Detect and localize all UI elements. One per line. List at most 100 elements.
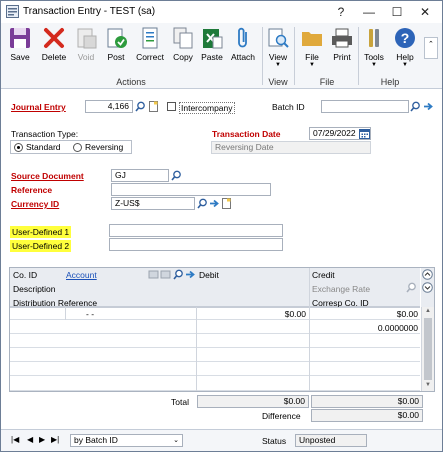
reference-label: Reference <box>11 185 53 195</box>
folder-icon <box>302 32 322 46</box>
file-button[interactable]: File ▼ <box>298 23 326 73</box>
source-document-field[interactable]: GJ <box>111 169 169 182</box>
header-divider <box>309 268 310 307</box>
batch-id-field[interactable] <box>321 100 409 113</box>
new-document-icon[interactable] <box>148 101 159 112</box>
help-button[interactable]: ? Help ▼ <box>390 23 420 73</box>
chevron-up-icon: ⌃ <box>428 41 434 48</box>
tools-button[interactable]: Tools ▼ <box>360 23 388 73</box>
new-document-icon[interactable] <box>221 198 232 209</box>
grid-scrollbar[interactable]: ▲ ▼ <box>421 307 434 391</box>
sort-order-select[interactable]: by Batch ID ⌄ <box>70 434 183 447</box>
lookup-icon[interactable] <box>197 198 208 209</box>
ribbon-separator <box>294 27 295 85</box>
help-title-button[interactable]: ? <box>328 3 354 21</box>
print-button[interactable]: Print <box>328 23 356 73</box>
row-exchange-rate: 0.0000000 <box>377 323 418 333</box>
table-row[interactable] <box>10 376 420 391</box>
void-button[interactable]: Void <box>73 23 99 73</box>
reference-field[interactable] <box>111 183 271 196</box>
row-credit[interactable]: $0.00 <box>341 309 418 319</box>
go-arrow-icon[interactable] <box>209 198 220 209</box>
lookup-icon[interactable] <box>410 101 421 112</box>
chevron-down-icon: ⌄ <box>173 437 179 444</box>
correct-button[interactable]: Correct <box>132 23 168 73</box>
help-group-label: Help <box>380 77 400 87</box>
reversing-date-field: Reversing Date <box>211 141 371 154</box>
actions-group-label: Actions <box>116 77 146 87</box>
reversing-label: Reversing <box>85 142 124 152</box>
collapse-rows-icon[interactable] <box>422 269 433 280</box>
paste-icon <box>203 29 223 49</box>
view-button[interactable]: View ▼ <box>264 23 292 73</box>
window-title: Transaction Entry - TEST (sa) <box>23 6 156 17</box>
close-button[interactable]: ✕ <box>412 3 438 21</box>
col-account-link[interactable]: Account <box>66 270 97 280</box>
copy-icon <box>173 27 193 49</box>
title-bar: Transaction Entry - TEST (sa) ? — ☐ ✕ <box>1 1 442 23</box>
scroll-up-icon[interactable]: ▲ <box>425 308 431 314</box>
user-defined-2-field[interactable] <box>109 238 283 251</box>
ribbon-separator <box>262 27 263 85</box>
row-account[interactable]: - - <box>86 309 94 319</box>
post-button[interactable]: Post <box>102 23 130 73</box>
column-divider <box>196 307 197 391</box>
copy-button[interactable]: Copy <box>169 23 197 73</box>
printer-icon <box>332 28 352 48</box>
account-format-icon[interactable] <box>160 269 171 280</box>
ribbon-collapse-button[interactable]: ⌃ <box>424 37 438 59</box>
attach-button[interactable]: Attach <box>227 23 259 73</box>
last-record-icon[interactable]: ▶| <box>51 435 59 444</box>
table-row[interactable] <box>10 362 420 376</box>
user-defined-1-field[interactable] <box>109 224 283 237</box>
minimize-button[interactable]: — <box>356 3 382 21</box>
view-icon <box>268 28 289 48</box>
row-debit[interactable]: $0.00 <box>256 309 306 319</box>
tools-icon <box>369 29 379 47</box>
ribbon-toolbar: Save Delete Void Post Correct Copy Paste… <box>1 23 442 89</box>
standard-radio[interactable] <box>14 143 23 152</box>
view-dropdown-icon: ▼ <box>275 62 281 68</box>
expand-rows-icon[interactable] <box>422 282 433 293</box>
save-button[interactable]: Save <box>5 23 35 73</box>
source-document-label: Source Document <box>11 171 84 181</box>
delete-button[interactable]: Delete <box>37 23 71 73</box>
total-debit-field: $0.00 <box>197 395 309 408</box>
calendar-icon[interactable] <box>359 128 370 139</box>
currency-id-field[interactable]: Z-US$ <box>111 197 195 210</box>
column-divider <box>65 307 66 320</box>
journal-entry-field[interactable]: 4,166 <box>85 100 133 113</box>
lookup-icon[interactable] <box>173 269 184 280</box>
void-icon <box>77 28 97 49</box>
go-arrow-icon[interactable] <box>185 269 196 280</box>
expand-account-icon[interactable] <box>148 269 159 280</box>
difference-label: Difference <box>262 411 301 421</box>
reversing-radio[interactable] <box>73 143 82 152</box>
save-icon <box>10 28 30 48</box>
lookup-icon[interactable] <box>135 101 146 112</box>
scroll-down-icon[interactable]: ▼ <box>425 382 431 388</box>
previous-record-icon[interactable]: ◀ <box>27 435 33 444</box>
paste-button[interactable]: Paste <box>197 23 227 73</box>
file-group-label: File <box>319 77 335 87</box>
table-row[interactable] <box>10 348 420 362</box>
scroll-thumb[interactable] <box>424 318 432 380</box>
lookup-icon[interactable] <box>171 170 182 181</box>
table-row[interactable] <box>10 334 420 348</box>
intercompany-checkbox[interactable] <box>167 102 176 111</box>
standard-label: Standard <box>26 142 61 152</box>
file-dropdown-icon: ▼ <box>309 62 315 68</box>
intercompany-label: Intercompany <box>179 102 235 114</box>
first-record-icon[interactable]: |◀ <box>11 435 19 444</box>
next-record-icon[interactable]: ▶ <box>39 435 45 444</box>
status-label: Status <box>262 436 287 446</box>
maximize-button[interactable]: ☐ <box>384 3 410 21</box>
svg-text:?: ? <box>401 30 410 46</box>
total-label: Total <box>171 397 189 407</box>
col-exchange-rate: Exchange Rate <box>312 284 371 294</box>
column-divider <box>309 307 310 391</box>
total-credit-field: $0.00 <box>311 395 423 408</box>
correct-icon <box>142 27 158 49</box>
user-defined-2-label: User-Defined 2 <box>10 240 72 252</box>
go-arrow-icon[interactable] <box>423 101 434 112</box>
